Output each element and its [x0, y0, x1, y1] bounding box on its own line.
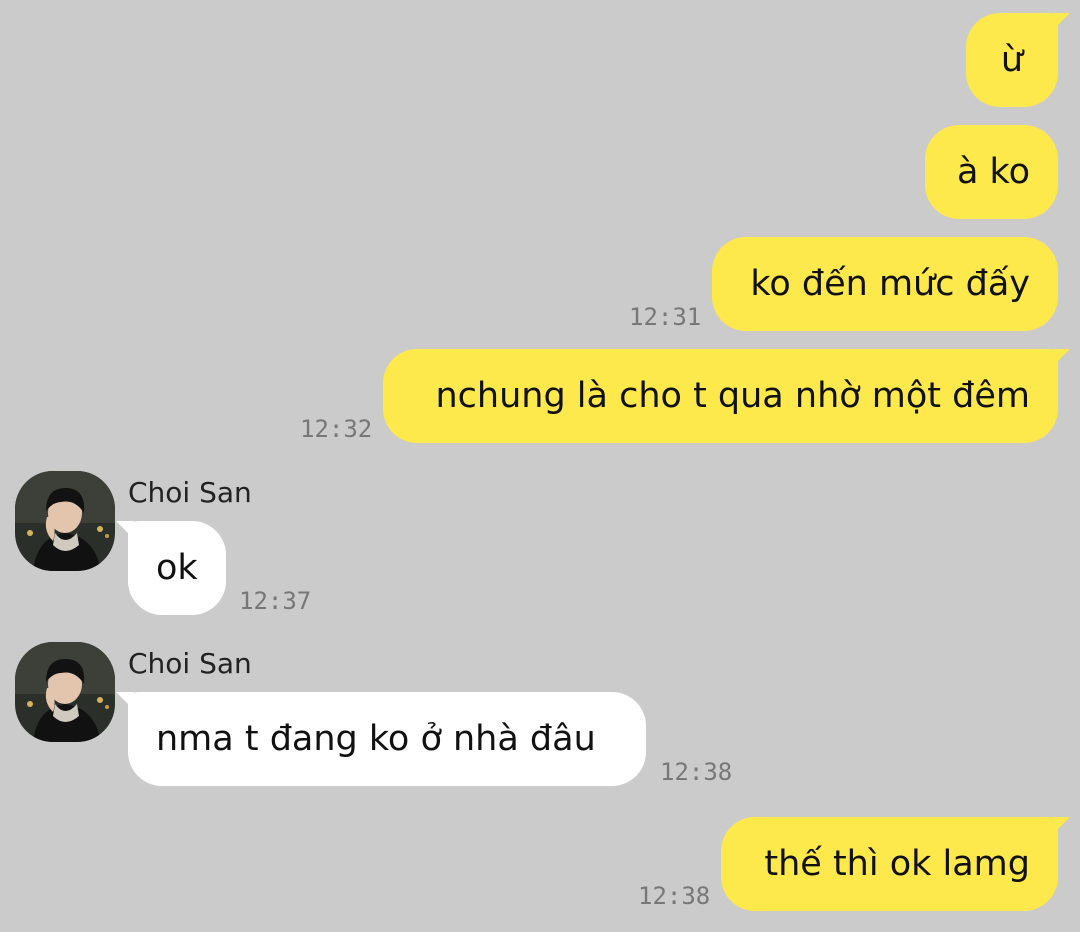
sender-name: Choi San [128, 647, 252, 680]
message-timestamp: 12:31 [629, 303, 702, 331]
message-text: thế thì ok lamg [764, 844, 1030, 884]
sender-name: Choi San [128, 476, 252, 509]
message-timestamp: 12:32 [300, 415, 373, 443]
chat-area[interactable]: ừ à ko ko đến mức đấy 12:31 nchung là ch… [0, 0, 1080, 932]
message-bubble[interactable]: nma t đang ko ở nhà đâu [116, 692, 646, 786]
message-text: ok [156, 548, 198, 588]
message-timestamp: 12:37 [239, 587, 312, 615]
message-bubble[interactable]: à ko [925, 125, 1058, 219]
message-bubble[interactable]: nchung là cho t qua nhờ một đêm [383, 349, 1070, 443]
message-text: nchung là cho t qua nhờ một đêm [435, 376, 1030, 416]
avatar-photo-icon [15, 642, 115, 742]
message-bubble[interactable]: ko đến mức đấy [712, 237, 1058, 331]
message-bubble[interactable]: ok [116, 521, 226, 615]
message-text: ừ [1000, 40, 1024, 80]
message-text: ko đến mức đấy [750, 264, 1030, 304]
message-timestamp: 12:38 [638, 882, 711, 910]
message-text: à ko [956, 152, 1030, 192]
message-timestamp: 12:38 [660, 758, 733, 786]
contact-avatar[interactable] [15, 642, 115, 742]
message-bubble[interactable]: ừ [966, 13, 1070, 107]
contact-avatar[interactable] [15, 471, 115, 571]
message-bubble[interactable]: thế thì ok lamg [721, 817, 1070, 911]
message-text: nma t đang ko ở nhà đâu [156, 719, 596, 759]
avatar-photo-icon [15, 471, 115, 571]
